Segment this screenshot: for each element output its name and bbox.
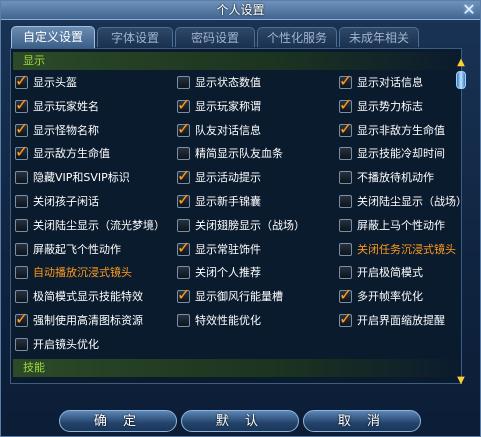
- window-title: 个人设置: [216, 3, 265, 17]
- scrollbar[interactable]: ▲ ▼: [454, 57, 468, 387]
- option-label: 特效性能优化: [195, 314, 261, 327]
- option-label: 显示技能冷却时间: [357, 147, 445, 161]
- checked-checkbox-icon[interactable]: [177, 119, 190, 139]
- unchecked-checkbox-icon[interactable]: [177, 218, 190, 232]
- checked-checkbox-icon[interactable]: [339, 71, 352, 91]
- tab-font-settings[interactable]: 字体设置: [97, 27, 173, 47]
- unchecked-checkbox-icon[interactable]: [15, 266, 28, 280]
- unchecked-checkbox-icon[interactable]: [339, 147, 352, 161]
- unchecked-checkbox-icon[interactable]: [339, 171, 352, 185]
- option-label: 显示状态数值: [195, 76, 261, 89]
- checked-checkbox-icon[interactable]: [177, 190, 190, 210]
- option-label: 开启镜头优化: [33, 337, 99, 351]
- option-label: 队友对话信息: [195, 123, 261, 137]
- option-label: 自动播放沉浸式镜头: [33, 266, 132, 280]
- checked-checkbox-icon[interactable]: [339, 119, 352, 139]
- unchecked-checkbox-icon[interactable]: [15, 171, 28, 185]
- checked-checkbox-icon[interactable]: [15, 95, 28, 115]
- option-label: 开启界面缩放提醒: [357, 314, 445, 327]
- settings-window: 个人设置 ✕ 自定义设置 字体设置 密码设置 个性化服务 未成年相关 显示 显示…: [0, 0, 481, 437]
- checked-checkbox-icon[interactable]: [15, 119, 28, 139]
- option-label: 显示敌方生命值: [33, 147, 110, 161]
- unchecked-checkbox-icon[interactable]: [339, 218, 352, 232]
- checked-checkbox-icon[interactable]: [339, 95, 352, 115]
- option-label: 极简模式显示技能特效: [33, 290, 143, 304]
- unchecked-checkbox-icon[interactable]: [339, 195, 352, 208]
- option-label: 显示新手锦囊: [195, 195, 261, 208]
- section-header-skills: 技能: [13, 359, 461, 377]
- option-label: 关闭个人推荐: [195, 266, 261, 280]
- scroll-up-icon[interactable]: ▲: [454, 57, 468, 69]
- unchecked-checkbox-icon[interactable]: [15, 337, 28, 351]
- scroll-down-icon[interactable]: ▼: [454, 375, 468, 387]
- option-label: 强制使用高清图标资源: [33, 314, 143, 327]
- checked-checkbox-icon[interactable]: [339, 285, 352, 305]
- unchecked-checkbox-icon[interactable]: [15, 195, 28, 208]
- checked-checkbox-icon[interactable]: [339, 309, 352, 329]
- unchecked-checkbox-icon[interactable]: [177, 76, 190, 89]
- checked-checkbox-icon[interactable]: [177, 166, 190, 186]
- cancel-button[interactable]: 取 消: [303, 410, 421, 432]
- checked-checkbox-icon[interactable]: [15, 71, 28, 91]
- unchecked-checkbox-icon[interactable]: [177, 314, 190, 327]
- option-label: 显示御风行能量槽: [195, 290, 283, 304]
- unchecked-checkbox-icon[interactable]: [15, 290, 28, 304]
- option-label: 显示势力标志: [357, 99, 423, 113]
- section-header-display: 显示: [13, 52, 461, 70]
- confirm-button[interactable]: 确 定: [59, 410, 177, 432]
- unchecked-checkbox-icon[interactable]: [15, 218, 28, 232]
- unchecked-checkbox-icon[interactable]: [177, 266, 190, 280]
- option-label: 显示怪物名称: [33, 123, 99, 137]
- checked-checkbox-icon[interactable]: [15, 142, 28, 162]
- option-label: 显示玩家姓名: [33, 99, 99, 113]
- scroll-thumb[interactable]: [456, 71, 466, 89]
- unchecked-checkbox-icon[interactable]: [339, 266, 352, 280]
- option-label: 不播放待机动作: [357, 171, 434, 185]
- options-panel: 显示 显示头盔 显示状态数值 显示对话信息显示玩家姓名 显示玩家称谓 显示势力标志显示怪…: [10, 48, 467, 384]
- option-label: 多开帧率优化: [357, 290, 423, 304]
- unchecked-checkbox-icon[interactable]: [15, 242, 28, 256]
- option-label: 关闭翅膀显示（战场）: [195, 218, 305, 232]
- option-label: 屏蔽上马个性动作: [357, 218, 445, 232]
- unchecked-checkbox-icon[interactable]: [177, 147, 190, 161]
- option-label: 开启极简模式: [357, 266, 423, 280]
- option-label: 显示对话信息: [357, 76, 423, 89]
- option-label: 显示活动提示: [195, 171, 261, 185]
- option-label: 屏蔽起飞个性动作: [33, 242, 121, 256]
- title-bar[interactable]: 个人设置 ✕: [1, 1, 480, 20]
- close-icon[interactable]: ✕: [460, 1, 478, 19]
- tab-custom-settings[interactable]: 自定义设置: [11, 26, 95, 48]
- default-button[interactable]: 默 认: [181, 410, 299, 432]
- option-label: 关闭孩子闲话: [33, 195, 99, 208]
- option-label: 显示玩家称谓: [195, 99, 261, 113]
- option-label: 关闭陆尘显示（战场）: [357, 195, 467, 208]
- option-label: 显示常驻饰件: [195, 242, 261, 256]
- tab-minor-related[interactable]: 未成年相关: [339, 27, 419, 47]
- option-label: 显示头盔: [33, 76, 77, 89]
- unchecked-checkbox-icon[interactable]: [339, 242, 352, 256]
- checked-checkbox-icon[interactable]: [177, 285, 190, 305]
- checked-checkbox-icon[interactable]: [15, 309, 28, 329]
- checked-checkbox-icon[interactable]: [177, 238, 190, 258]
- option-label: 显示非敌方生命值: [357, 123, 445, 137]
- option-label: 精简显示队友血条: [195, 147, 283, 161]
- option-label: 关闭陆尘显示（流光梦境）: [33, 218, 165, 232]
- tab-password-settings[interactable]: 密码设置: [175, 27, 255, 47]
- checked-checkbox-icon[interactable]: [177, 95, 190, 115]
- tab-personalized-service[interactable]: 个性化服务: [257, 27, 337, 47]
- option-label: 关闭任务沉浸式镜头: [357, 242, 456, 256]
- option-label: 隐藏VIP和SVIP标识: [33, 171, 130, 185]
